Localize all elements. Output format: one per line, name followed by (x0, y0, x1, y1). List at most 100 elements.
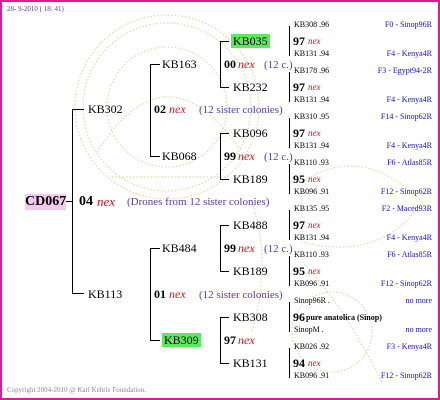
great-grandparent-queen-id[interactable]: KB189 (233, 264, 268, 278)
great-grandparent-year: 95 (293, 172, 305, 186)
great-grandparent-queen-id[interactable]: KB035 (231, 34, 270, 48)
grandparent-nex-label: nex (238, 333, 255, 347)
header-date: 28- 9-2010 ( 18: 41) (7, 5, 64, 13)
great-grandparent-note: pure anatolica (Sinop) (306, 313, 382, 322)
ancestor-origin: F4 - Kenya4R (386, 141, 432, 150)
great-grandparent-queen-id[interactable]: KB189 (233, 172, 268, 186)
ancestor-code[interactable]: KB131 .94 (294, 233, 329, 243)
grandparent-nex-label: nex (238, 149, 255, 163)
ancestor-code[interactable]: KB096 .91 (294, 371, 329, 381)
connector-line (150, 64, 151, 156)
ancestor-code[interactable]: KB308 .96 (294, 20, 329, 30)
parent-queen-id[interactable]: KB302 (88, 102, 123, 116)
grandparent-queen-id[interactable]: KB484 (162, 241, 197, 255)
connector-line (72, 293, 84, 294)
ancestor-origin: F4 - Kenya4R (386, 95, 432, 104)
connector-line (289, 118, 290, 148)
ancestor-origin: no more (405, 325, 432, 334)
ancestor-origin: F3 - Egypt94-2R (377, 66, 432, 75)
connector-line (289, 256, 290, 286)
connector-line (220, 41, 221, 87)
ancestor-origin: F3 - Kenya4R (386, 342, 432, 351)
grandparent-queen-id[interactable]: KB163 (162, 57, 197, 71)
ancestor-code[interactable]: SinopM . (294, 325, 324, 335)
ancestor-code[interactable]: KB110 .93 (294, 250, 329, 260)
ancestor-origin: F6 - Atlas85R (387, 250, 432, 259)
connector-line (150, 340, 160, 341)
great-grandparent-nex-label: nex (308, 128, 321, 138)
great-grandparent-nex-label: nex (308, 266, 321, 276)
ancestor-code[interactable]: Sinop96R . (294, 296, 330, 306)
grandparent-note: (12 c.) (264, 151, 293, 163)
connector-line (289, 348, 290, 378)
pedigree-frame: 28- 9-2010 ( 18: 41) CD067 04 nex (Drone… (0, 0, 440, 400)
grandparent-year: 97 (224, 333, 236, 347)
ancestor-origin: F4 - Kenya4R (386, 233, 432, 242)
parent-year: 01 (154, 287, 166, 301)
great-grandparent-year: 96 (293, 310, 305, 324)
great-grandparent-nex-label: nex (308, 36, 321, 46)
great-grandparent-queen-id[interactable]: KB488 (233, 218, 268, 232)
connector-line (220, 317, 221, 363)
ancestor-code[interactable]: KB096 .91 (294, 279, 329, 289)
ancestor-origin: F12 - Sinop62R (380, 187, 432, 196)
ancestor-origin: F12 - Sinop62R (380, 279, 432, 288)
connector-line (289, 210, 290, 240)
great-grandparent-year: 97 (293, 218, 305, 232)
ancestor-origin: F14 - Sinop62R (380, 112, 432, 121)
root-year: 04 (79, 194, 93, 209)
ancestor-origin: F6 - Atlas85R (387, 158, 432, 167)
great-grandparent-year: 97 (293, 126, 305, 140)
connector-line (72, 109, 84, 110)
ancestor-code[interactable]: KB131 .94 (294, 49, 329, 59)
ancestor-origin: F12 - Sinop62R (380, 371, 432, 380)
connector-line (289, 164, 290, 194)
root-queen-id[interactable]: CD067 (25, 194, 67, 210)
connector-line (220, 87, 229, 88)
ancestor-code[interactable]: KB135 .95 (294, 204, 329, 214)
connector-line (289, 26, 290, 56)
great-grandparent-queen-id[interactable]: KB308 (233, 310, 268, 324)
connector-line (220, 363, 229, 364)
ancestor-origin: F2 - Maced93R (381, 204, 432, 213)
ancestor-origin: F4 - Kenya4R (386, 49, 432, 58)
great-grandparent-queen-id[interactable]: KB131 (233, 356, 268, 370)
grandparent-year: 00 (224, 57, 236, 71)
ancestor-origin: F0 - Sinop96R (384, 20, 432, 29)
great-grandparent-queen-id[interactable]: KB096 (233, 126, 268, 140)
grandparent-year: 99 (224, 149, 236, 163)
parent-year: 02 (154, 102, 166, 116)
ancestor-code[interactable]: KB110 .93 (294, 158, 329, 168)
connector-line (289, 302, 290, 332)
grandparent-note: (12 c.) (264, 59, 293, 71)
parent-note: (12 sister colonies) (199, 289, 283, 301)
ancestor-code[interactable]: KB096 .91 (294, 187, 329, 197)
connector-line (150, 156, 160, 157)
connector-line (220, 271, 229, 272)
connector-line (150, 248, 151, 340)
ancestor-code[interactable]: KB131 .94 (294, 141, 329, 151)
connector-line (220, 133, 221, 179)
great-grandparent-year: 97 (293, 34, 305, 48)
ancestor-code[interactable]: KB026 .92 (294, 342, 329, 352)
connector-line (220, 317, 229, 318)
parent-queen-id[interactable]: KB113 (88, 287, 122, 301)
parent-note: (12 sister colonies) (199, 104, 283, 116)
great-grandparent-queen-id[interactable]: KB232 (233, 80, 268, 94)
grandparent-queen-id[interactable]: KB068 (162, 149, 197, 163)
great-grandparent-nex-label: nex (308, 174, 321, 184)
parent-nex-label: nex (169, 287, 186, 301)
grandparent-queen-id[interactable]: KB309 (162, 333, 201, 347)
root-nex-label: nex (97, 194, 116, 209)
ancestor-origin: no more (405, 296, 432, 305)
great-grandparent-year: 94 (293, 356, 305, 370)
connector-line (150, 64, 160, 65)
connector-line (220, 179, 229, 180)
connector-line (220, 41, 229, 42)
connector-line (150, 248, 160, 249)
ancestor-code[interactable]: KB178 .96 (294, 66, 329, 76)
copyright-footer: Copyright 2004-2010 @ Karl Kehrle Founda… (7, 386, 147, 394)
great-grandparent-nex-label: nex (308, 220, 321, 230)
ancestor-code[interactable]: KB131 .94 (294, 95, 329, 105)
ancestor-code[interactable]: KB310 .95 (294, 112, 329, 122)
